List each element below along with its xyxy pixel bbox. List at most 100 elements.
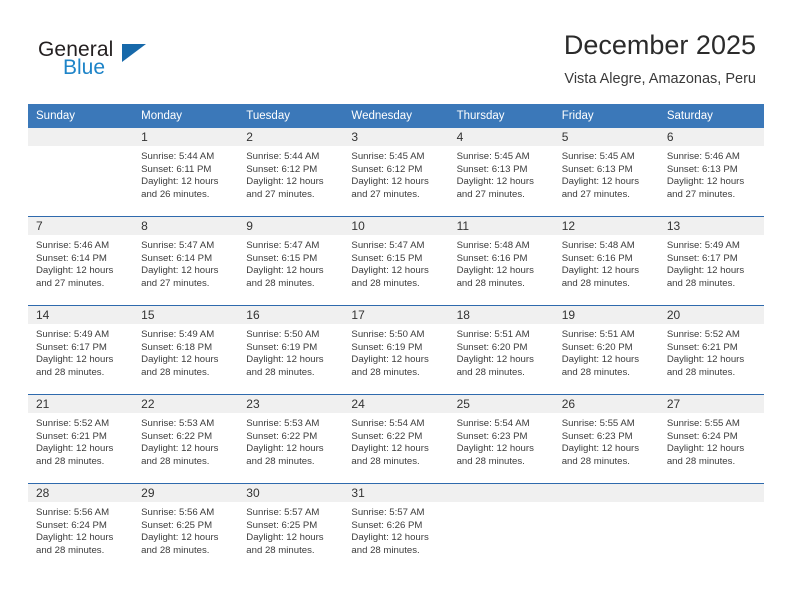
sunrise-text: Sunrise: 5:51 AM [456, 329, 530, 340]
sunrise-text: Sunrise: 5:48 AM [561, 240, 635, 251]
day-cell-details: Sunrise: 5:57 AM Sunset: 6:26 PM Daylight:… [343, 502, 448, 557]
calendar-day-cell[interactable]: 28 Sunrise: 5:56 AM Sunset: 6:24 PM Dayligh… [28, 483, 134, 572]
sunrise-text: Sunrise: 5:44 AM [141, 151, 215, 162]
day-cell-details: Sunrise: 5:51 AM Sunset: 6:20 PM Daylight:… [449, 324, 554, 379]
day-cell-inner: 5 Sunrise: 5:45 AM Sunset: 6:13 PM Daylight… [553, 128, 659, 216]
sunrise-text: Sunrise: 5:49 AM [666, 240, 740, 251]
daylight-text: Daylight: 12 hours and 28 minutes. [456, 354, 534, 378]
daylight-text: Daylight: 12 hours and 28 minutes. [246, 354, 324, 378]
calendar-day-cell-empty [448, 483, 554, 572]
sunset-text: Sunset: 6:23 PM [456, 430, 528, 442]
page-header: General Blue December 2025 Vista Alegre,… [0, 0, 792, 104]
day-number [448, 484, 554, 502]
day-number: 27 [658, 395, 764, 413]
calendar-day-cell[interactable]: 6 Sunrise: 5:46 AM Sunset: 6:13 PM Daylight… [658, 128, 764, 217]
calendar-day-cell[interactable]: 26 Sunrise: 5:55 AM Sunset: 6:23 PM Dayligh… [553, 394, 659, 484]
day-cell-inner: 9 Sunrise: 5:47 AM Sunset: 6:15 PM Daylight… [238, 217, 344, 305]
calendar-day-cell-empty [28, 128, 134, 217]
calendar-day-cell[interactable]: 11 Sunrise: 5:48 AM Sunset: 6:16 PM Dayligh… [448, 216, 554, 306]
day-cell-details: Sunrise: 5:49 AM Sunset: 6:17 PM Daylight:… [28, 324, 133, 379]
calendar-day-cell[interactable]: 22 Sunrise: 5:53 AM Sunset: 6:22 PM Dayligh… [133, 394, 239, 484]
sunrise-text: Sunrise: 5:47 AM [141, 240, 215, 251]
calendar-day-cell[interactable]: 25 Sunrise: 5:54 AM Sunset: 6:23 PM Dayligh… [448, 394, 554, 484]
sunset-text: Sunset: 6:13 PM [561, 163, 633, 175]
day-cell-inner: 14 Sunrise: 5:49 AM Sunset: 6:17 PM Dayligh… [28, 306, 134, 394]
day-cell-inner [28, 128, 134, 216]
day-number: 16 [238, 306, 344, 324]
sunrise-text: Sunrise: 5:51 AM [561, 329, 635, 340]
calendar-day-cell[interactable]: 18 Sunrise: 5:51 AM Sunset: 6:20 PM Dayligh… [448, 305, 554, 395]
calendar-day-cell[interactable]: 5 Sunrise: 5:45 AM Sunset: 6:13 PM Daylight… [553, 128, 659, 217]
calendar-day-cell[interactable]: 9 Sunrise: 5:47 AM Sunset: 6:15 PM Daylight… [238, 216, 344, 306]
day-cell-inner: 26 Sunrise: 5:55 AM Sunset: 6:23 PM Dayligh… [553, 395, 659, 483]
calendar-day-cell[interactable]: 10 Sunrise: 5:47 AM Sunset: 6:15 PM Dayligh… [343, 216, 449, 306]
day-cell-inner: 13 Sunrise: 5:49 AM Sunset: 6:17 PM Dayligh… [658, 217, 764, 305]
calendar-day-cell[interactable]: 20 Sunrise: 5:52 AM Sunset: 6:21 PM Dayligh… [658, 305, 764, 395]
sunrise-text: Sunrise: 5:45 AM [456, 151, 530, 162]
sunrise-text: Sunrise: 5:46 AM [36, 240, 110, 251]
sunset-text: Sunset: 6:23 PM [561, 430, 633, 442]
calendar-week-row: 14 Sunrise: 5:49 AM Sunset: 6:17 PM Dayligh… [28, 305, 764, 395]
daylight-text: Daylight: 12 hours and 28 minutes. [36, 354, 114, 378]
calendar-day-cell[interactable]: 23 Sunrise: 5:53 AM Sunset: 6:22 PM Dayligh… [238, 394, 344, 484]
day-number: 13 [658, 217, 764, 235]
calendar-day-cell[interactable]: 2 Sunrise: 5:44 AM Sunset: 6:12 PM Daylight… [238, 128, 344, 217]
sunrise-text: Sunrise: 5:49 AM [36, 329, 110, 340]
calendar-day-cell[interactable]: 24 Sunrise: 5:54 AM Sunset: 6:22 PM Dayligh… [343, 394, 449, 484]
day-cell-inner: 24 Sunrise: 5:54 AM Sunset: 6:22 PM Dayligh… [343, 395, 449, 483]
day-number: 28 [28, 484, 134, 502]
day-cell-inner: 31 Sunrise: 5:57 AM Sunset: 6:26 PM Dayligh… [343, 484, 449, 572]
sunset-text: Sunset: 6:12 PM [351, 163, 423, 175]
calendar-day-cell[interactable]: 17 Sunrise: 5:50 AM Sunset: 6:19 PM Dayligh… [343, 305, 449, 395]
day-cell-inner: 15 Sunrise: 5:49 AM Sunset: 6:18 PM Dayligh… [133, 306, 239, 394]
day-number [553, 484, 659, 502]
day-number [28, 128, 134, 146]
sunset-text: Sunset: 6:25 PM [141, 519, 213, 531]
calendar-day-cell[interactable]: 31 Sunrise: 5:57 AM Sunset: 6:26 PM Dayligh… [343, 483, 449, 572]
day-cell-inner: 30 Sunrise: 5:57 AM Sunset: 6:25 PM Dayligh… [238, 484, 344, 572]
calendar-day-cell[interactable]: 12 Sunrise: 5:48 AM Sunset: 6:16 PM Dayligh… [553, 216, 659, 306]
day-number: 24 [343, 395, 449, 413]
daylight-text: Daylight: 12 hours and 27 minutes. [36, 265, 114, 289]
calendar-day-cell-empty [553, 483, 659, 572]
day-cell-inner: 1 Sunrise: 5:44 AM Sunset: 6:11 PM Daylight… [133, 128, 239, 216]
sunset-text: Sunset: 6:14 PM [141, 252, 213, 264]
day-cell-inner: 7 Sunrise: 5:46 AM Sunset: 6:14 PM Daylight… [28, 217, 134, 305]
sunrise-text: Sunrise: 5:52 AM [36, 418, 110, 429]
calendar-day-cell[interactable]: 15 Sunrise: 5:49 AM Sunset: 6:18 PM Dayligh… [133, 305, 239, 395]
day-cell-inner: 23 Sunrise: 5:53 AM Sunset: 6:22 PM Dayligh… [238, 395, 344, 483]
day-number: 23 [238, 395, 344, 413]
daylight-text: Daylight: 12 hours and 27 minutes. [141, 265, 219, 289]
calendar-day-cell[interactable]: 3 Sunrise: 5:45 AM Sunset: 6:12 PM Daylight… [343, 128, 449, 217]
sunset-text: Sunset: 6:19 PM [246, 341, 318, 353]
sunset-text: Sunset: 6:21 PM [666, 341, 738, 353]
calendar-day-cell[interactable]: 27 Sunrise: 5:55 AM Sunset: 6:24 PM Dayligh… [658, 394, 764, 484]
weekday-header-saturday: Saturday [658, 104, 764, 128]
sunrise-text: Sunrise: 5:47 AM [246, 240, 320, 251]
calendar-grid: Sunday Monday Tuesday Wednesday Thursday Frid… [28, 104, 764, 572]
logo-text-blue: Blue [63, 56, 106, 79]
calendar-day-cell[interactable]: 8 Sunrise: 5:47 AM Sunset: 6:14 PM Daylight… [133, 216, 239, 306]
day-cell-inner: 4 Sunrise: 5:45 AM Sunset: 6:13 PM Daylight… [448, 128, 554, 216]
calendar-day-cell[interactable]: 14 Sunrise: 5:49 AM Sunset: 6:17 PM Dayligh… [28, 305, 134, 395]
calendar-day-cell[interactable]: 19 Sunrise: 5:51 AM Sunset: 6:20 PM Dayligh… [553, 305, 659, 395]
sunrise-text: Sunrise: 5:50 AM [351, 329, 425, 340]
day-cell-inner [553, 484, 659, 572]
day-cell-details: Sunrise: 5:47 AM Sunset: 6:14 PM Daylight:… [133, 235, 238, 290]
calendar-day-cell[interactable]: 29 Sunrise: 5:56 AM Sunset: 6:25 PM Dayligh… [133, 483, 239, 572]
daylight-text: Daylight: 12 hours and 27 minutes. [351, 176, 429, 200]
calendar-day-cell[interactable]: 30 Sunrise: 5:57 AM Sunset: 6:25 PM Dayligh… [238, 483, 344, 572]
sunset-text: Sunset: 6:15 PM [246, 252, 318, 264]
calendar-day-cell[interactable]: 21 Sunrise: 5:52 AM Sunset: 6:21 PM Dayligh… [28, 394, 134, 484]
calendar-day-cell[interactable]: 4 Sunrise: 5:45 AM Sunset: 6:13 PM Daylight… [448, 128, 554, 217]
calendar-day-cell[interactable]: 13 Sunrise: 5:49 AM Sunset: 6:17 PM Dayligh… [658, 216, 764, 306]
day-cell-inner: 11 Sunrise: 5:48 AM Sunset: 6:16 PM Dayligh… [448, 217, 554, 305]
sunset-text: Sunset: 6:11 PM [141, 163, 212, 175]
sunset-text: Sunset: 6:20 PM [561, 341, 633, 353]
day-cell-details: Sunrise: 5:55 AM Sunset: 6:24 PM Daylight:… [659, 413, 764, 468]
calendar-day-cell[interactable]: 16 Sunrise: 5:50 AM Sunset: 6:19 PM Dayligh… [238, 305, 344, 395]
sunset-text: Sunset: 6:13 PM [456, 163, 528, 175]
daylight-text: Daylight: 12 hours and 28 minutes. [246, 532, 324, 556]
calendar-day-cell[interactable]: 1 Sunrise: 5:44 AM Sunset: 6:11 PM Daylight… [133, 128, 239, 217]
calendar-day-cell[interactable]: 7 Sunrise: 5:46 AM Sunset: 6:14 PM Daylight… [28, 216, 134, 306]
